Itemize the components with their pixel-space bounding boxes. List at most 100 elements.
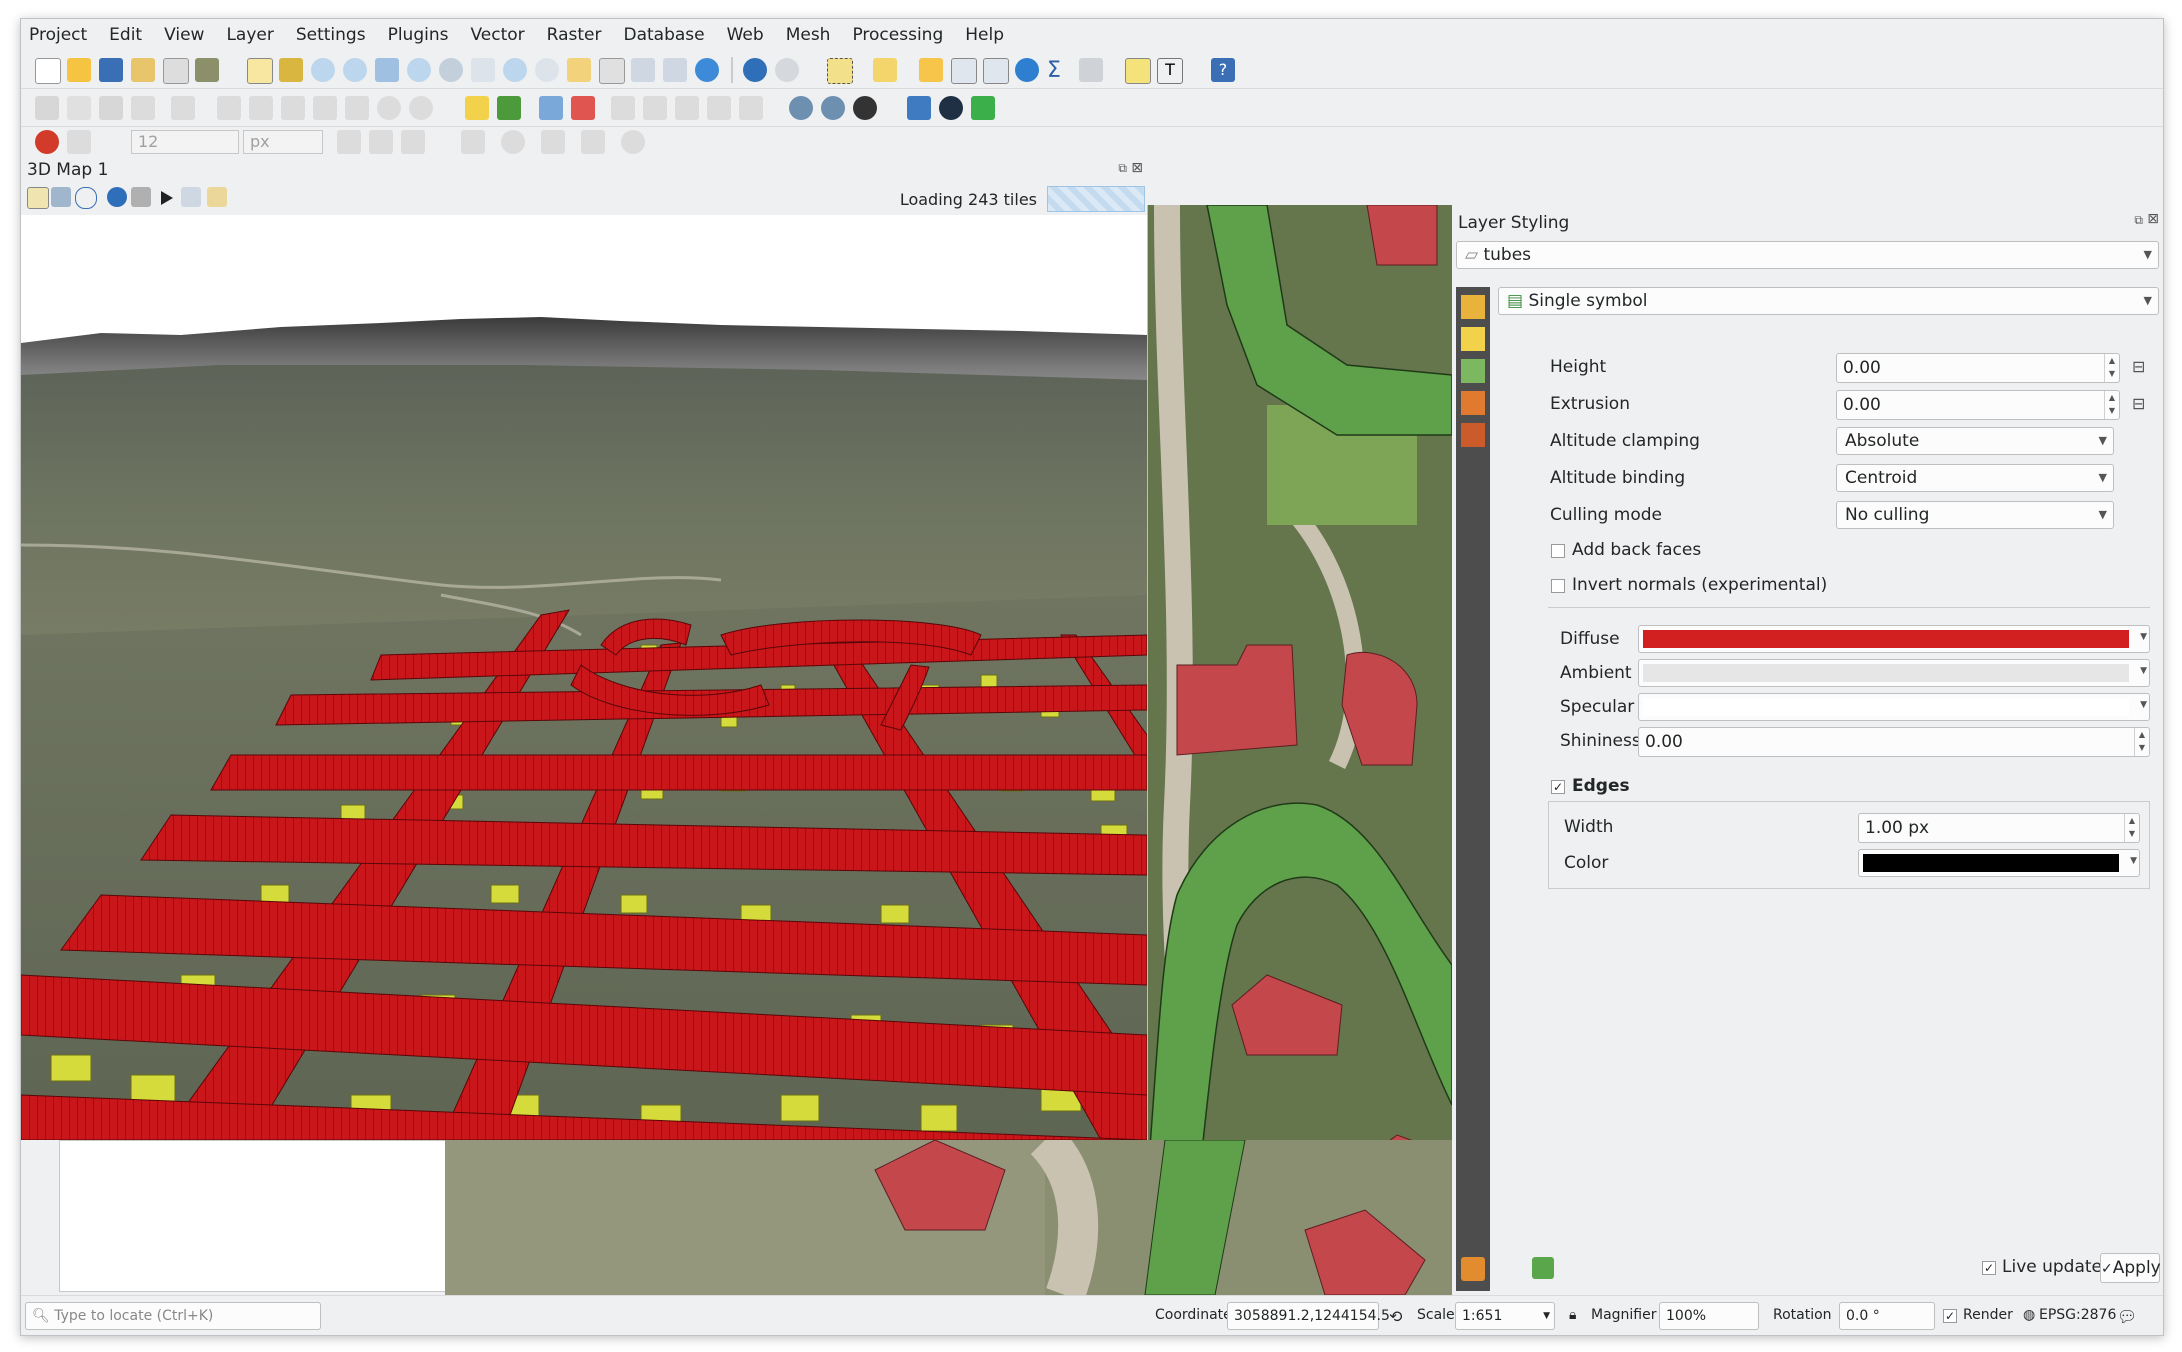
move-label-icon[interactable] [611, 96, 635, 120]
menu-web[interactable]: Web [727, 25, 764, 45]
specular-color-button[interactable]: ▼ [1638, 693, 2150, 721]
float-styling-icon[interactable]: ⧉ [2134, 213, 2143, 228]
delete-selected-icon[interactable] [249, 96, 273, 120]
show-bookmarks-icon[interactable] [663, 58, 687, 82]
animation-play-icon[interactable] [161, 191, 173, 205]
redo-style-icon[interactable] [1532, 1257, 1554, 1279]
current-edits-icon[interactable] [35, 96, 59, 120]
diffuse-color-button[interactable]: ▼ [1638, 625, 2150, 653]
zoom-native-icon[interactable] [471, 58, 495, 82]
save-project-icon[interactable] [99, 58, 123, 82]
zoom-last-icon[interactable] [503, 58, 527, 82]
data-defined-override-icon[interactable]: ⊟ [2132, 357, 2154, 377]
attribute-table-icon[interactable] [951, 58, 977, 84]
snap-tolerance-field[interactable]: 12 [131, 130, 239, 154]
configure-3d-icon[interactable] [207, 187, 227, 207]
print-layout-icon[interactable] [163, 58, 189, 84]
altitude-binding-select[interactable]: Centroid ▼ [1836, 464, 2114, 492]
menu-raster[interactable]: Raster [547, 25, 602, 45]
toggle-editing-icon[interactable] [67, 96, 91, 120]
menu-layer[interactable]: Layer [226, 25, 273, 45]
pan-icon[interactable] [247, 58, 273, 84]
edges-width-spinner[interactable]: ▲ ▼ [2124, 814, 2139, 842]
save-edits-icon[interactable] [99, 96, 123, 120]
shininess-spinner[interactable]: ▲ ▼ [2134, 728, 2149, 756]
extrusion-spinner[interactable]: ▲ ▼ [2104, 391, 2119, 419]
edges-width-input[interactable]: 1.00 px ▲ ▼ [1858, 813, 2140, 843]
scale-select[interactable]: 1:651 ▼ [1455, 1302, 1555, 1330]
action-icon[interactable] [775, 58, 799, 82]
redo-icon[interactable] [409, 96, 433, 120]
toggle-extents-icon[interactable]: ⟲ [1389, 1307, 1402, 1326]
menu-database[interactable]: Database [623, 25, 704, 45]
coordinate-field[interactable]: 3058891.2,1244154.5 [1227, 1302, 1390, 1330]
zoom-full-3d-icon[interactable] [51, 187, 71, 207]
new-3d-map-icon[interactable] [599, 58, 625, 84]
statistics-icon[interactable]: Σ [1047, 58, 1071, 83]
save-as-icon[interactable] [131, 58, 155, 82]
add-back-faces-checkbox[interactable] [1551, 544, 1565, 558]
labels-tab-icon[interactable] [1461, 327, 1485, 351]
georeferencer-icon[interactable] [789, 96, 813, 120]
open-project-icon[interactable] [67, 58, 91, 82]
map-canvas-bottom[interactable] [445, 1140, 1452, 1295]
select-features-icon[interactable] [827, 58, 853, 84]
altitude-clamping-select[interactable]: Absolute ▼ [1836, 427, 2114, 455]
diagram-tool-icon[interactable] [497, 96, 521, 120]
zoom-in-icon[interactable] [311, 58, 335, 82]
plugin-3d-icon[interactable] [853, 96, 877, 120]
locator-search-input[interactable]: 🔍︎ Type to locate (Ctrl+K) [25, 1302, 321, 1330]
label-properties-icon[interactable] [707, 96, 731, 120]
crs-button[interactable]: EPSG:2876 [2039, 1307, 2116, 1323]
renderer-select[interactable]: ▤ Single symbol ▼ [1498, 287, 2159, 315]
shininess-input[interactable]: 0.00 ▲ ▼ [1638, 727, 2150, 757]
zoom-selection-icon[interactable] [407, 58, 431, 82]
map-tips-icon[interactable] [1125, 58, 1151, 84]
pin-labels-icon[interactable] [539, 96, 563, 120]
symbology-tab-icon[interactable] [1461, 295, 1485, 319]
menu-help[interactable]: Help [965, 25, 1004, 45]
data-source-icon[interactable] [821, 96, 845, 120]
hide-labels-icon[interactable] [739, 96, 763, 120]
3d-view-tab-icon[interactable] [1461, 359, 1485, 383]
map3d-canvas[interactable] [21, 215, 1147, 1140]
data-defined-override-icon[interactable]: ⊟ [2132, 394, 2154, 414]
zoom-out-icon[interactable] [343, 58, 367, 82]
menu-view[interactable]: View [164, 25, 204, 45]
self-snapping-icon[interactable] [369, 130, 393, 154]
trace-icon[interactable] [401, 130, 425, 154]
ellipse-tool-icon[interactable] [541, 130, 565, 154]
zoom-next-icon[interactable] [535, 58, 559, 82]
north-arrow-icon[interactable] [75, 187, 97, 209]
apply-button[interactable]: ✓Apply [2100, 1253, 2161, 1283]
identify-3d-icon[interactable] [107, 187, 127, 207]
camera-control-icon[interactable] [27, 187, 49, 209]
new-project-icon[interactable] [35, 58, 61, 84]
change-label-icon[interactable] [675, 96, 699, 120]
select-by-value-icon[interactable] [873, 58, 897, 82]
label-tool-icon[interactable] [465, 96, 489, 120]
text-annotation-icon[interactable]: T [1157, 58, 1183, 84]
topological-editing-icon[interactable] [337, 130, 361, 154]
diagrams-tab-icon[interactable] [1461, 391, 1485, 415]
edges-checkbox[interactable]: ✓ [1551, 780, 1565, 794]
magnifier-field[interactable]: 100% [1659, 1302, 1759, 1330]
terrain-profile-icon[interactable] [971, 96, 995, 120]
add-feature-icon[interactable] [131, 96, 155, 120]
menu-mesh[interactable]: Mesh [786, 25, 831, 45]
menu-project[interactable]: Project [29, 25, 87, 45]
rotation-field[interactable]: 0.0 ° [1839, 1302, 1935, 1330]
map-canvas[interactable] [1147, 205, 1452, 1295]
save-image-icon[interactable] [181, 187, 201, 207]
edges-color-button[interactable]: ▼ [1858, 849, 2140, 877]
history-tab-icon[interactable] [1461, 423, 1485, 447]
show-labels-icon[interactable] [571, 96, 595, 120]
vertex-tool-icon[interactable] [171, 96, 195, 120]
browser-panel[interactable] [59, 1140, 459, 1292]
field-calculator-icon[interactable] [983, 58, 1009, 84]
cut-features-icon[interactable] [281, 96, 305, 120]
menu-vector[interactable]: Vector [470, 25, 524, 45]
modify-attributes-icon[interactable] [217, 96, 241, 120]
menu-settings[interactable]: Settings [296, 25, 366, 45]
circle-tool-icon[interactable] [501, 130, 525, 154]
